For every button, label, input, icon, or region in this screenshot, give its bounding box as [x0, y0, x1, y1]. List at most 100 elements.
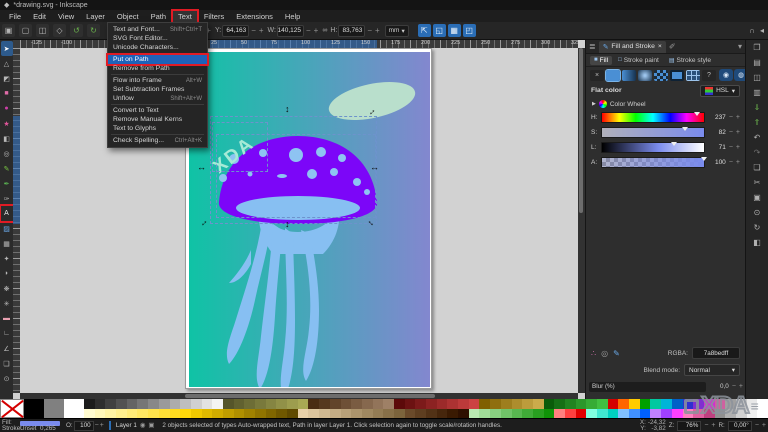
palette-swatch[interactable]	[501, 409, 512, 419]
palette-swatch[interactable]	[426, 409, 437, 419]
w-field[interactable]: 140,125	[277, 25, 304, 37]
object-opacity-field[interactable]: 100	[74, 421, 94, 431]
h-field[interactable]: 83,763	[338, 25, 365, 37]
y-plus-button[interactable]: +	[258, 26, 265, 35]
tool-eraser[interactable]: ▬	[1, 311, 13, 326]
scale-handle[interactable]: ↔	[370, 163, 379, 172]
palette-swatch[interactable]	[244, 409, 255, 419]
palette-swatch[interactable]	[661, 409, 672, 419]
palette-swatch[interactable]	[415, 409, 426, 419]
color-picker-icon[interactable]: ✎	[613, 349, 620, 358]
palette-swatch[interactable]	[522, 409, 533, 419]
deselect-button[interactable]: ◫	[36, 24, 49, 37]
palette-swatch[interactable]	[554, 409, 565, 419]
y-field[interactable]: 64,163	[222, 25, 249, 37]
dock-menu-icon[interactable]: ≣	[589, 42, 596, 51]
zoom-drawing-button[interactable]: ⊙	[750, 207, 764, 218]
palette-swatch[interactable]	[608, 399, 619, 409]
palette-swatch[interactable]	[308, 399, 319, 409]
vertical-scrollbar[interactable]	[578, 48, 585, 393]
tab-fill[interactable]: ■ Fill	[590, 56, 612, 65]
tool-measure[interactable]: ∠	[1, 341, 13, 356]
palette-swatch[interactable]	[533, 399, 544, 409]
tool-node-editor[interactable]: △	[1, 56, 13, 71]
tool-text[interactable]: A	[1, 206, 13, 221]
palette-swatch[interactable]	[650, 409, 661, 419]
fill-none-button[interactable]: ×	[590, 70, 604, 81]
scale-pattern-toggle[interactable]: ◰	[463, 24, 476, 37]
palette-swatch[interactable]	[586, 409, 597, 419]
palette-swatch[interactable]	[341, 409, 352, 419]
palette-swatch[interactable]	[544, 409, 555, 419]
menu-text[interactable]: Text	[173, 11, 197, 22]
blend-mode-dropdown[interactable]: Normal ▾	[684, 364, 740, 376]
menu-item-flow-into-frame[interactable]: Flow into Frame Alt+W	[108, 76, 207, 85]
palette-swatch[interactable]	[287, 409, 298, 419]
palette-swatch[interactable]	[640, 399, 651, 409]
menu-item-unflow[interactable]: Unflow Shift+Alt+W	[108, 94, 207, 103]
snap-toggle-icon[interactable]: ∩	[749, 26, 755, 35]
tool-gradient[interactable]: ▨	[1, 221, 13, 236]
toggle-selection-button[interactable]: ◇	[53, 24, 66, 37]
palette-swatch[interactable]	[84, 399, 95, 409]
menu-item-text-and-font[interactable]: Text and Font... Shift+Ctrl+T	[108, 25, 207, 34]
plus-button[interactable]: +	[100, 422, 104, 429]
slider-marker[interactable]	[701, 157, 707, 164]
h-plus-button[interactable]: +	[374, 26, 381, 35]
tool-rectangle[interactable]: ■	[1, 86, 13, 101]
palette-swatch[interactable]	[287, 399, 298, 409]
palette-swatch[interactable]	[84, 409, 95, 419]
palette-swatch[interactable]	[437, 409, 448, 419]
palette-swatch[interactable]	[180, 399, 191, 409]
palette-swatch[interactable]	[394, 409, 405, 419]
palette-swatch[interactable]	[255, 399, 266, 409]
palette-swatch[interactable]	[362, 399, 373, 409]
scale-handle[interactable]: ↕	[285, 220, 290, 229]
fill-stroke-indicator[interactable]: Fill: Stroke: Unset 0,265	[2, 420, 60, 432]
palette-swatch[interactable]	[447, 409, 458, 419]
fill-stroke-dialog-button[interactable]: ◧	[750, 237, 764, 248]
layer-visibility-icon[interactable]: ◉	[140, 422, 146, 429]
rotate-cw-button[interactable]: ↻	[87, 24, 100, 37]
palette-swatch[interactable]	[533, 409, 544, 419]
palette-swatch[interactable]	[319, 409, 330, 419]
palette-swatch[interactable]	[170, 399, 181, 409]
palette-swatch[interactable]	[640, 409, 651, 419]
swatch-white[interactable]	[64, 399, 84, 418]
palette-swatch[interactable]	[565, 409, 576, 419]
palette-swatch[interactable]	[105, 399, 116, 409]
palette-swatch[interactable]	[479, 409, 490, 419]
plus-button[interactable]: +	[736, 129, 740, 136]
slider-track[interactable]	[601, 127, 705, 138]
menu-filters[interactable]: Filters	[199, 11, 229, 22]
slider-track[interactable]	[601, 142, 705, 153]
palette-swatch[interactable]	[490, 399, 501, 409]
palette-swatch[interactable]	[116, 409, 127, 419]
tool-pages[interactable]: ❑	[1, 356, 13, 371]
palette-swatch[interactable]	[330, 399, 341, 409]
menu-item-unicode-characters[interactable]: Unicode Characters...	[108, 43, 207, 52]
tool-mesh[interactable]: ▦	[1, 236, 13, 251]
minus-button[interactable]: −	[95, 422, 99, 429]
palette-swatch[interactable]	[105, 409, 116, 419]
palette-swatch[interactable]	[576, 409, 587, 419]
plus-button[interactable]: +	[736, 144, 740, 151]
palette-swatch[interactable]	[618, 399, 629, 409]
plus-button[interactable]: +	[711, 422, 715, 429]
palette-swatch[interactable]	[298, 409, 309, 419]
palette-swatch[interactable]	[618, 409, 629, 419]
slider-track[interactable]	[601, 157, 705, 168]
swatch-gray[interactable]	[44, 399, 64, 418]
tool-calligraphy[interactable]: ✑	[1, 191, 13, 206]
palette-swatch[interactable]	[629, 399, 640, 409]
paste-button[interactable]: ▣	[750, 192, 764, 203]
slider-track[interactable]	[601, 112, 705, 123]
h-minus-button[interactable]: −	[366, 26, 373, 35]
fill-swatch-button[interactable]	[670, 70, 684, 81]
slider-marker[interactable]	[671, 142, 677, 149]
units-dropdown[interactable]: mm ▾	[385, 25, 409, 37]
palette-swatch[interactable]	[405, 409, 416, 419]
new-document-button[interactable]: ❐	[750, 42, 764, 53]
vertical-ruler[interactable]	[13, 48, 20, 393]
w-minus-button[interactable]: −	[305, 26, 312, 35]
